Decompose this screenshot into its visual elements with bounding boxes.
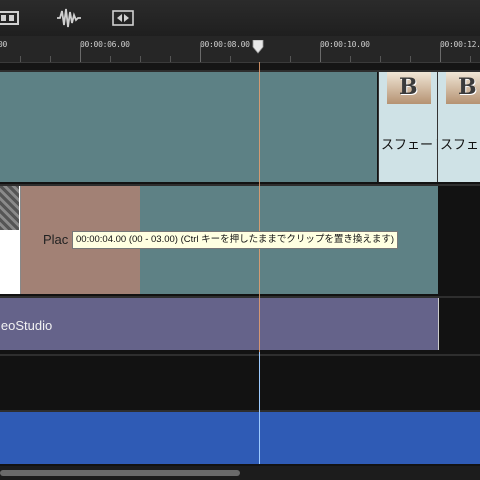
- playhead-handle[interactable]: [252, 39, 264, 54]
- music-clip[interactable]: [0, 412, 480, 464]
- ruler-tick: [140, 56, 141, 62]
- ripple-edit-icon[interactable]: [110, 6, 136, 30]
- overlay-clip-label: Plac: [43, 232, 69, 247]
- ruler-tick: [50, 56, 51, 62]
- transition-thumbnail: B: [387, 72, 431, 104]
- ruler-tick: [350, 56, 351, 62]
- ruler-tick: [290, 56, 291, 62]
- transition-clip[interactable]: B スフェー: [437, 72, 480, 182]
- replace-clip-tooltip: 00:00:04.00 (00 - 03.00) (Ctrl キーを押したままで…: [72, 231, 399, 249]
- storyboard-icon[interactable]: [0, 6, 22, 30]
- ruler-tick: [20, 56, 21, 62]
- audio-waveform-icon[interactable]: [56, 6, 82, 30]
- video-clip[interactable]: [0, 72, 377, 182]
- ruler-tick: [470, 56, 471, 62]
- ruler-tick: [200, 44, 201, 62]
- ruler-tick-label: 00:00:10.00: [320, 40, 370, 49]
- title-clip[interactable]: [0, 298, 439, 350]
- transition-thumbnail: B: [446, 72, 480, 104]
- ruler-tick: [320, 44, 321, 62]
- ruler-tick: [380, 56, 381, 62]
- overlay-clip-thumbnail[interactable]: [0, 186, 21, 294]
- title-clip-label: leoStudio: [0, 318, 53, 333]
- timeline-toolbar: [0, 0, 480, 36]
- ruler-tick: [110, 56, 111, 62]
- ruler-tick-label: 00:00:12.0: [440, 40, 480, 49]
- ruler-tick-label: 00:00:08.00: [200, 40, 250, 49]
- ruler-tick: [230, 56, 231, 62]
- ruler-tick: [80, 44, 81, 62]
- transition-clip[interactable]: B スフェード-: [378, 72, 450, 182]
- clip-thumbnail-image: [0, 186, 19, 230]
- ruler-tick-label: 00: [0, 40, 8, 49]
- ruler-tick-label: 00:00:06.00: [80, 40, 130, 49]
- transition-label: スフェー: [440, 137, 480, 152]
- playhead-line: [259, 352, 260, 464]
- ruler-tick: [440, 44, 441, 62]
- ruler-tick: [410, 56, 411, 62]
- scrollbar-thumb[interactable]: [0, 470, 240, 476]
- voice-track: [0, 354, 480, 410]
- ruler-tick: [170, 56, 171, 62]
